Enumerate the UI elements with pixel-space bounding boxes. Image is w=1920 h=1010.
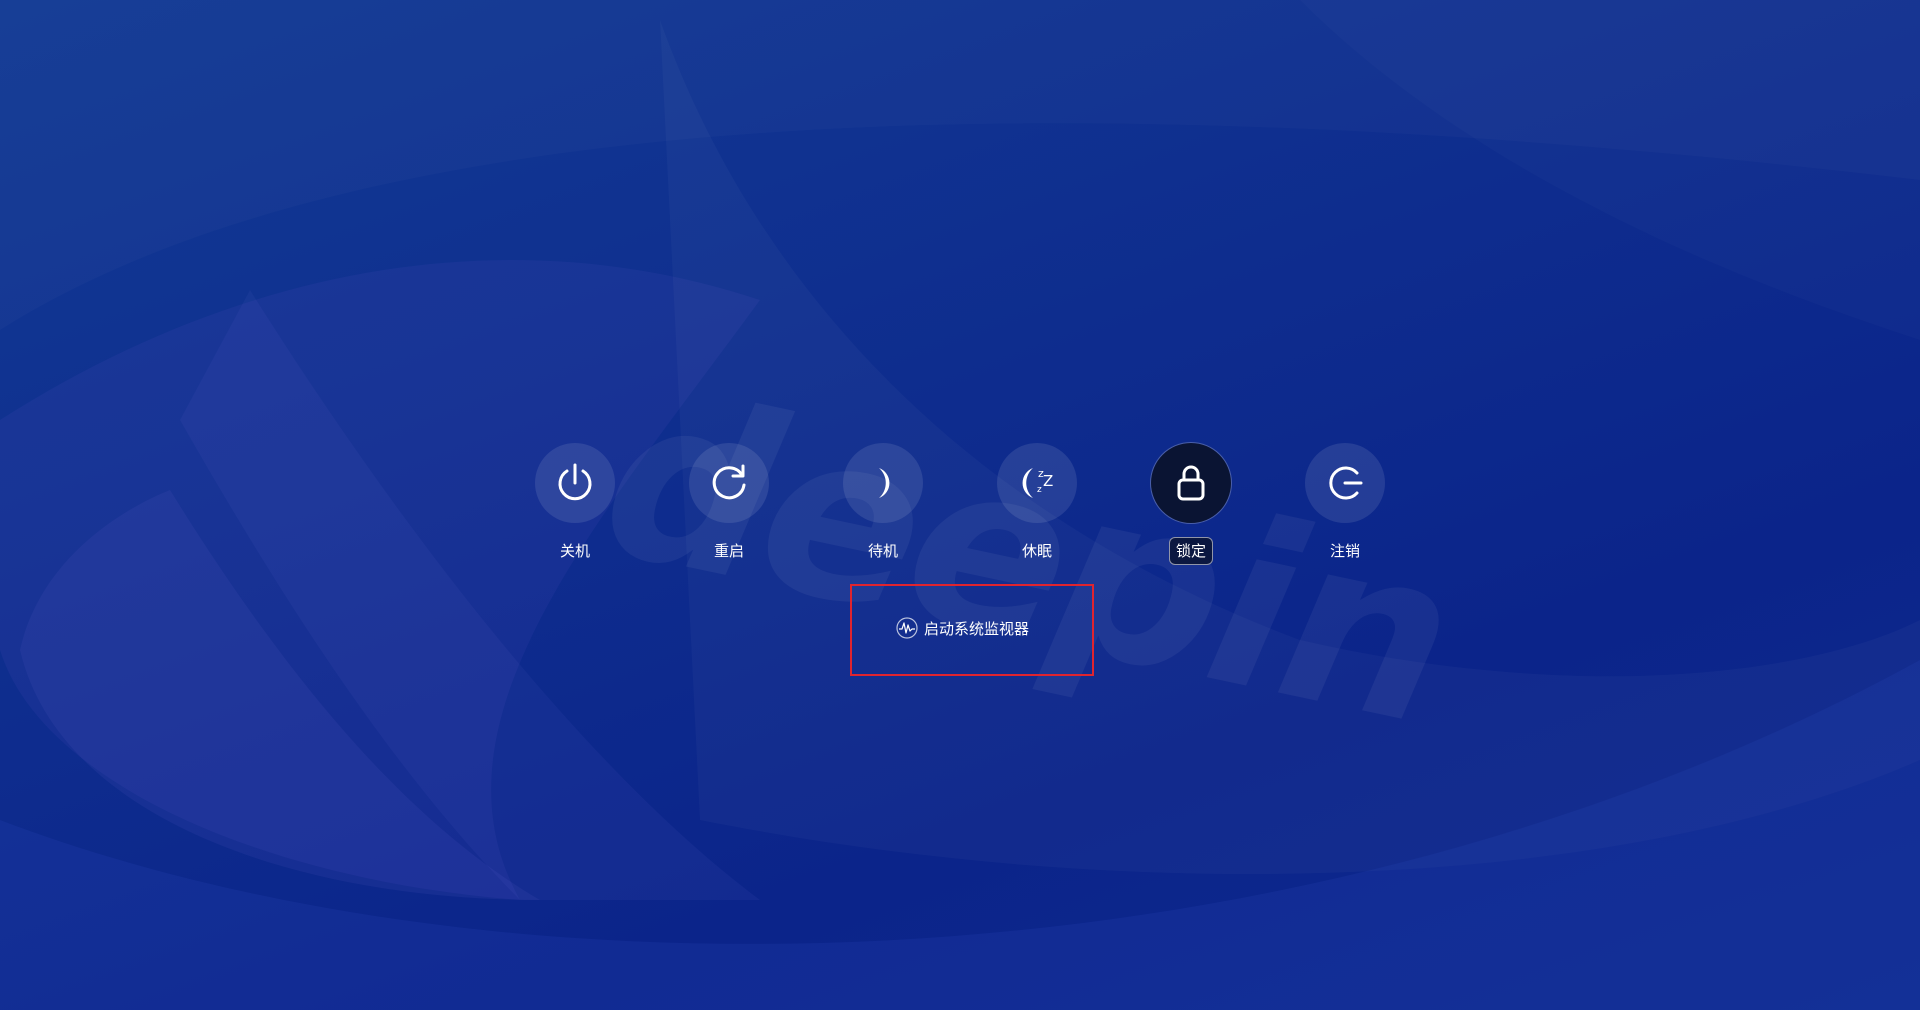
shutdown-button[interactable] <box>535 443 615 523</box>
suspend-action[interactable]: 待机 <box>823 443 943 565</box>
system-monitor-icon <box>896 617 918 639</box>
start-system-monitor-button[interactable]: 启动系统监视器 <box>896 614 1029 642</box>
power-icon <box>558 463 592 501</box>
lock-button[interactable] <box>1151 443 1231 523</box>
svg-text:z: z <box>1037 485 1042 495</box>
logout-button[interactable] <box>1305 443 1385 523</box>
sleep-zzz-icon: z Z z <box>1022 467 1053 498</box>
shutdown-screen: deepin 关机 重启 <box>0 0 1920 1010</box>
restart-icon <box>712 464 746 500</box>
hibernate-action[interactable]: z Z z 休眠 <box>977 443 1097 565</box>
reboot-label: 重启 <box>713 542 744 560</box>
reboot-action[interactable]: 重启 <box>669 443 789 565</box>
logout-action[interactable]: 注销 <box>1285 443 1405 565</box>
shutdown-label: 关机 <box>559 542 590 560</box>
svg-text:Z: Z <box>1043 472 1053 490</box>
logout-icon <box>1329 466 1363 500</box>
hibernate-button[interactable]: z Z z <box>997 443 1077 523</box>
hibernate-label: 休眠 <box>1021 542 1052 560</box>
moon-icon <box>879 468 890 498</box>
suspend-button[interactable] <box>843 443 923 523</box>
suspend-label: 待机 <box>867 542 898 560</box>
logout-label: 注销 <box>1329 542 1360 560</box>
power-actions: 关机 重启 待机 z Z z 休眠 锁定 注销 <box>0 443 1920 565</box>
system-monitor-label: 启动系统监视器 <box>924 619 1030 638</box>
shutdown-action[interactable]: 关机 <box>515 443 635 565</box>
reboot-button[interactable] <box>689 443 769 523</box>
lock-icon <box>1177 465 1205 501</box>
lock-action[interactable]: 锁定 <box>1131 443 1251 565</box>
lock-label: 锁定 <box>1168 537 1213 565</box>
